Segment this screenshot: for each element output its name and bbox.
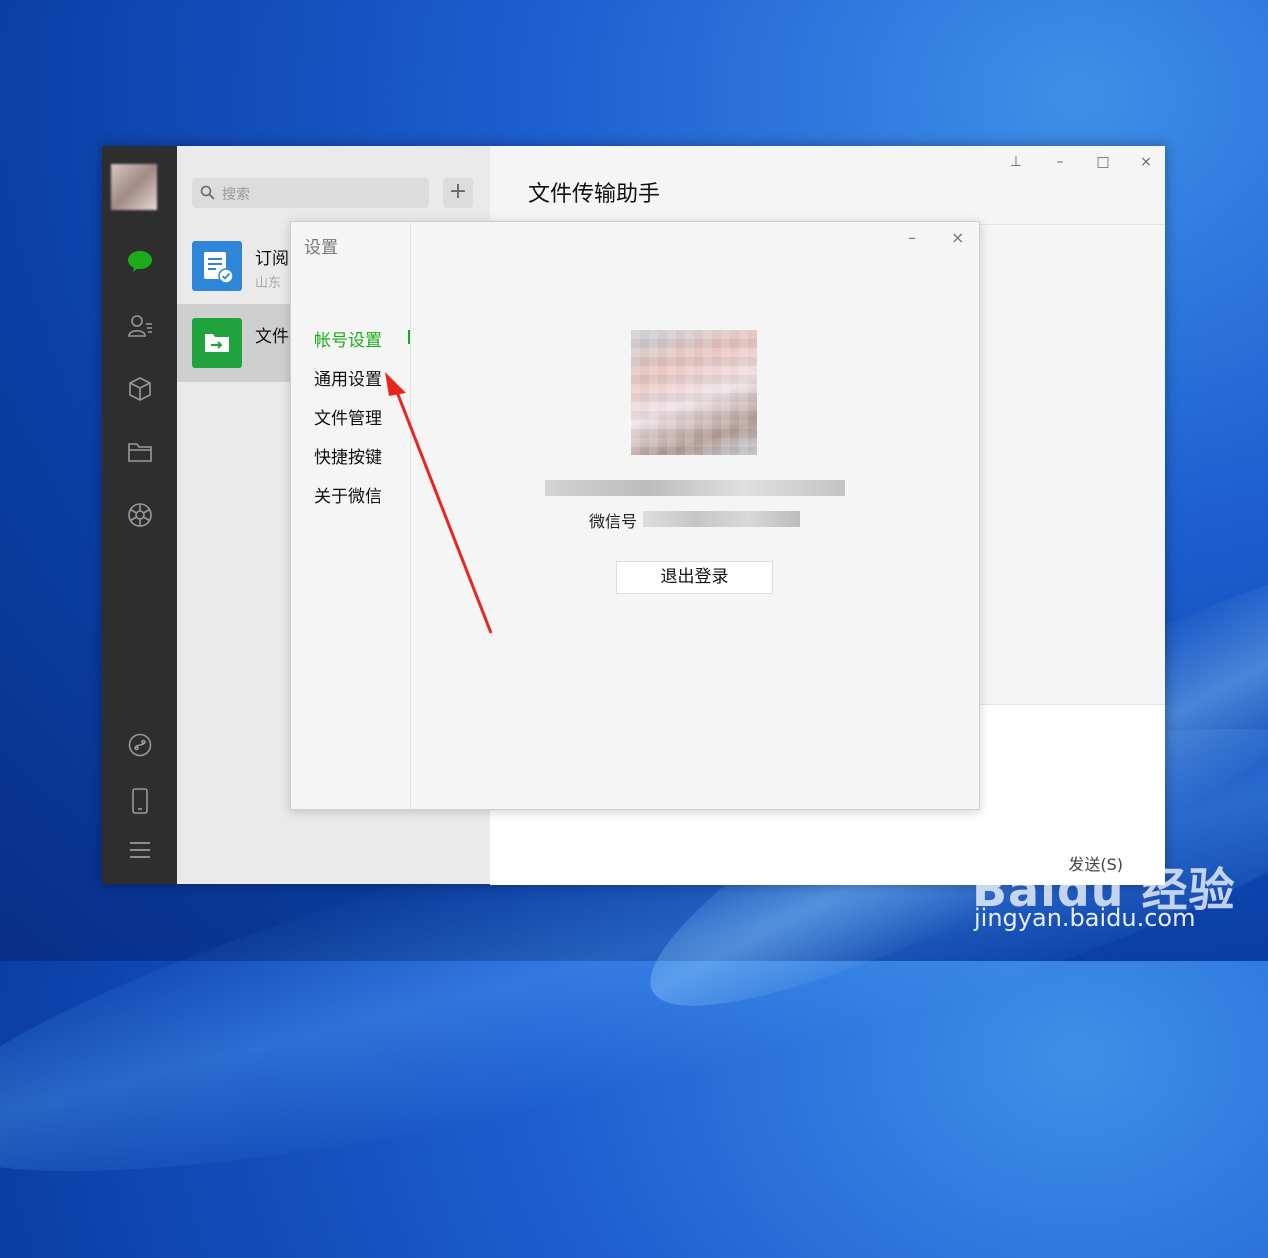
annotation-arrow <box>385 372 493 634</box>
watermark-url: jingyan.baidu.com <box>974 904 1196 932</box>
baidu-watermark: Baidu 经验 jingyan.baidu.com <box>972 826 1252 936</box>
